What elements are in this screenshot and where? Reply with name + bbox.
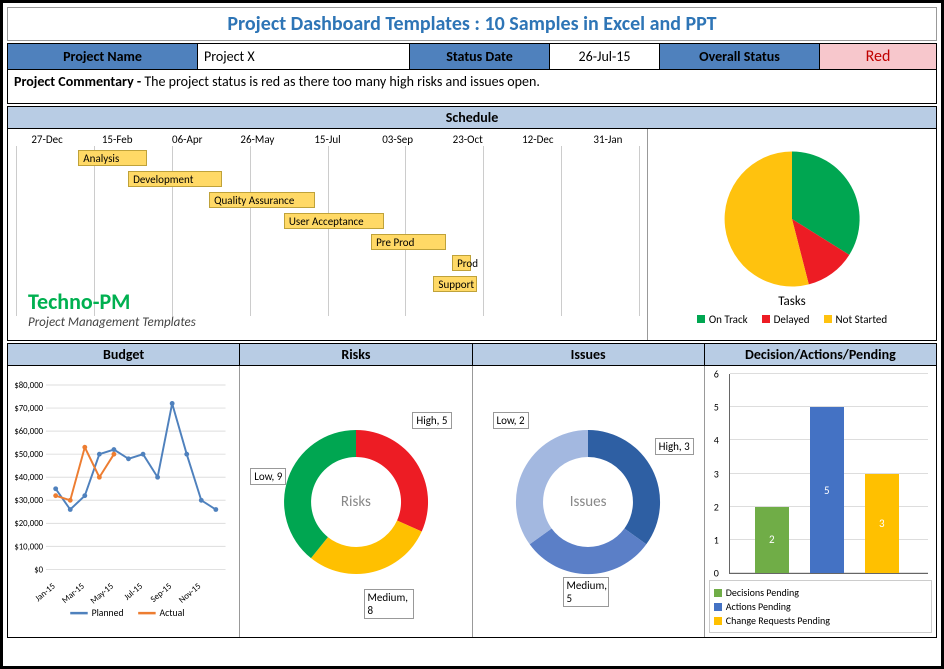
project-commentary: Project Commentary - The project status … [7,70,937,104]
gantt-axis-tick: 23-Oct [433,133,503,146]
commentary-label: Project Commentary - [14,73,144,90]
risks-center-label: Risks [341,493,371,511]
schedule-area: 27-Dec15-Feb06-Apr26-May15-Jul03-Sep23-O… [7,129,937,341]
status-date-value: 26-Jul-15 [550,44,660,69]
gantt-axis-tick: 06-Apr [152,133,222,146]
gantt-axis-tick: 15-Jul [292,133,362,146]
gantt-axis-tick: 15-Feb [82,133,152,146]
project-info-row: Project Name Project X Status Date 26-Ju… [7,43,937,70]
pending-bar-plot: 0123456253 [729,374,928,574]
svg-text:$60,000: $60,000 [14,427,43,437]
budget-header: Budget [7,343,240,366]
status-date-label: Status Date [410,44,550,69]
gantt-axis-tick: 27-Dec [12,133,82,146]
risks-chart: Risks High, 5 Medium, 8 Low, 9 [240,366,472,637]
svg-text:$80,000: $80,000 [14,381,43,391]
gantt-bar: Quality Assurance [209,192,315,208]
logo: Techno-PM Project Management Templates [28,288,196,330]
legend-item: On Track [697,313,748,326]
gantt-bar: Analysis [78,150,147,166]
svg-text:$10,000: $10,000 [14,542,43,552]
svg-text:$40,000: $40,000 [14,473,43,483]
gantt-bar: Pre Prod [371,234,446,250]
svg-text:Planned: Planned [92,607,124,619]
legend-item: Decisions Pending [714,586,927,599]
dashboard-frame: Project Dashboard Templates : 10 Samples… [0,0,944,669]
legend-item: Not Started [824,313,888,326]
tasks-pie-legend: On Track Delayed Not Started [697,313,887,326]
gantt-bar: Development [128,171,221,187]
tasks-pie-chart [682,144,902,294]
issues-low-label: Low, 2 [493,412,529,429]
overall-status-value: Red [820,44,936,69]
gantt-bar: Support [433,276,477,292]
svg-text:Mar-15: Mar-15 [60,582,86,606]
svg-text:$20,000: $20,000 [14,519,43,529]
svg-text:Jul-15: Jul-15 [123,582,145,603]
project-name-value: Project X [198,44,410,69]
bar: 5 [810,407,844,573]
logo-subtitle: Project Management Templates [28,315,196,330]
svg-text:Nov-15: Nov-15 [177,582,203,606]
tasks-pie-area: Tasks On Track Delayed Not Started [648,129,936,340]
gantt-chart: 27-Dec15-Feb06-Apr26-May15-Jul03-Sep23-O… [8,129,648,340]
issues-high-label: High, 3 [655,438,694,455]
gantt-axis-tick: 12-Dec [503,133,573,146]
bottom-charts-row: $0 $10,000 $20,000 $30,000 $40,000 $50,000 $60… [7,366,937,638]
svg-text:Sep-15: Sep-15 [149,582,174,605]
bottom-headers: Budget Risks Issues Decision/Actions/Pen… [7,343,937,366]
legend-item: Delayed [762,313,810,326]
svg-text:$70,000: $70,000 [14,404,43,414]
gantt-axis-tick: 26-May [222,133,292,146]
overall-status-label: Overall Status [660,44,820,69]
schedule-header: Schedule [7,106,937,129]
tasks-pie-title: Tasks [778,294,806,309]
bar: 3 [865,474,899,574]
risks-low-label: Low, 9 [250,468,286,485]
legend-item: Change Requests Pending [714,614,927,627]
pending-header: Decision/Actions/Pending [705,343,937,366]
gantt-axis-tick: 31-Jan [573,133,643,146]
issues-chart: Issues High, 3 Medium, 5 Low, 2 [473,366,705,637]
budget-chart: $0 $10,000 $20,000 $30,000 $40,000 $50,000 $60… [8,366,240,637]
risks-header: Risks [240,343,472,366]
page-title: Project Dashboard Templates : 10 Samples… [7,7,937,41]
svg-text:$50,000: $50,000 [14,450,43,460]
pending-legend: Decisions PendingActions PendingChange R… [709,580,932,633]
issues-medium-label: Medium, 5 [563,577,609,607]
gantt-axis-tick: 03-Sep [363,133,433,146]
svg-text:$0: $0 [34,565,43,575]
svg-text:Actual: Actual [160,607,185,619]
risks-high-label: High, 5 [412,412,451,429]
issues-header: Issues [473,343,705,366]
svg-text:Jan-15: Jan-15 [34,582,58,604]
svg-text:May-15: May-15 [89,582,116,607]
issues-center-label: Issues [570,493,607,511]
gantt-bar: User Acceptance [284,213,384,229]
project-name-label: Project Name [8,44,198,69]
risks-medium-label: Medium, 8 [364,589,414,619]
budget-line-chart: $0 $10,000 $20,000 $30,000 $40,000 $50,000 $60… [12,370,235,633]
legend-item: Actions Pending [714,600,927,613]
pending-chart: 0123456253 Decisions PendingActions Pend… [705,366,936,637]
bar: 2 [755,507,789,573]
logo-title: Techno-PM [28,288,196,315]
svg-text:$30,000: $30,000 [14,496,43,506]
commentary-text: The project status is red as there too m… [144,73,540,90]
gantt-bar: Prod [452,255,471,271]
